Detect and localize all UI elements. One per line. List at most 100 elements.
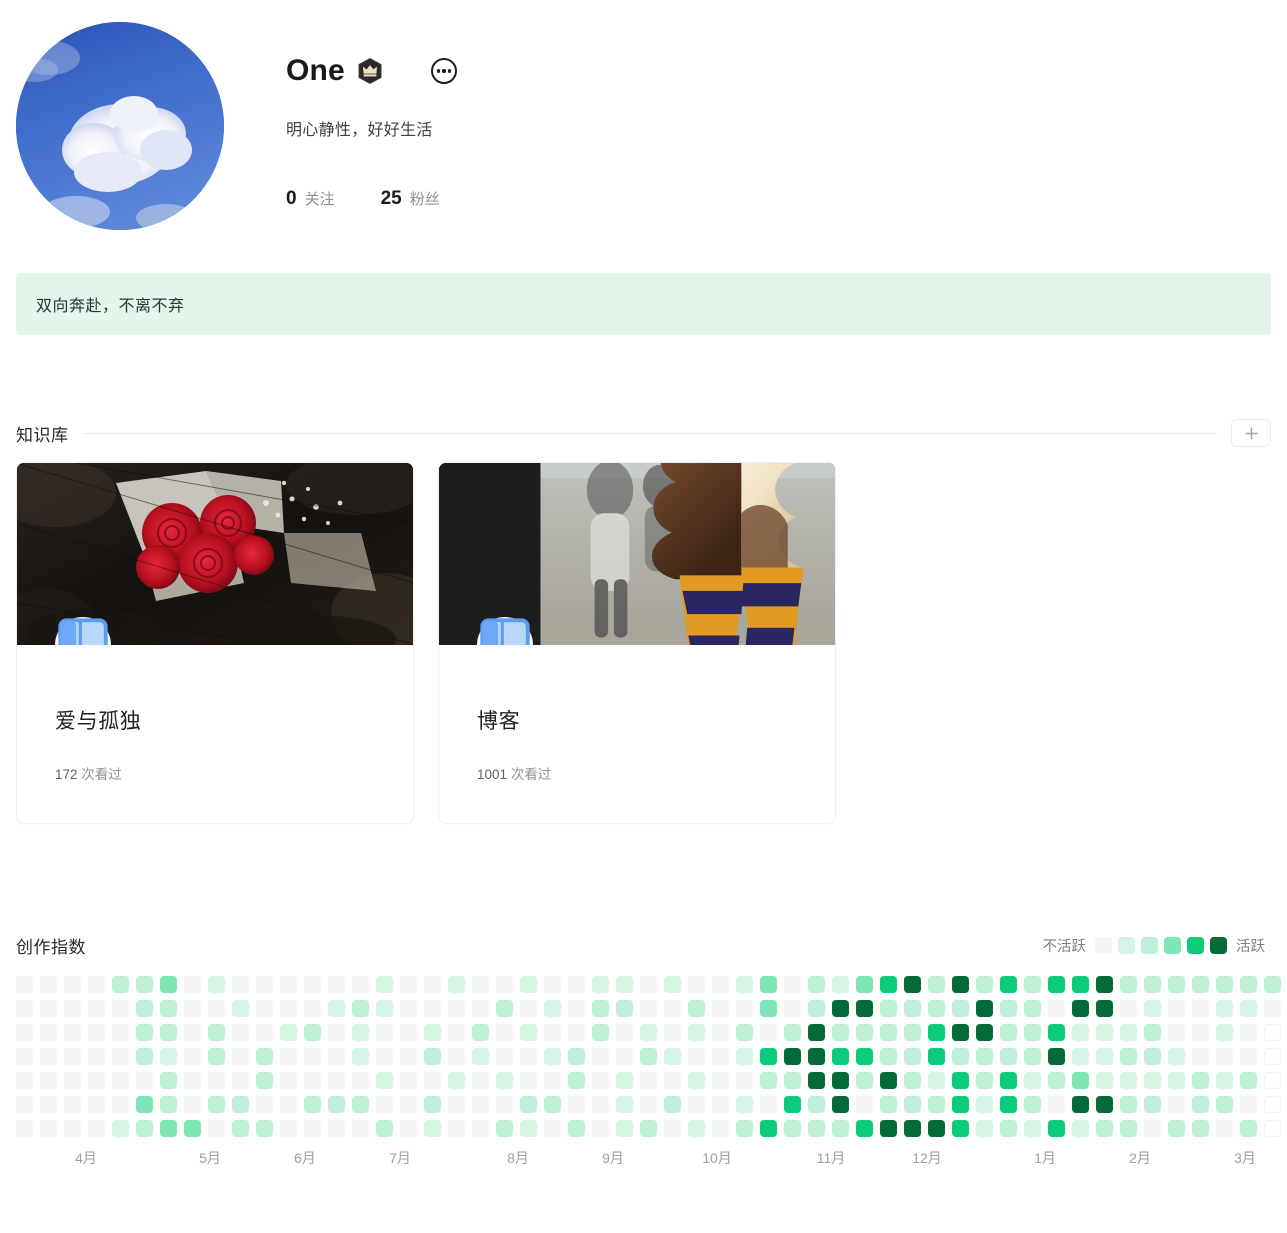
heatmap-cell[interactable]: [64, 1048, 81, 1065]
heatmap-cell[interactable]: [1048, 1000, 1065, 1017]
heatmap-cell[interactable]: [736, 976, 753, 993]
heatmap-cell[interactable]: [280, 1120, 297, 1137]
heatmap-cell[interactable]: [1192, 1072, 1209, 1089]
heatmap-cell[interactable]: [184, 1072, 201, 1089]
heatmap-cell[interactable]: [16, 1024, 33, 1041]
heatmap-cell[interactable]: [1048, 1096, 1065, 1113]
heatmap-cell[interactable]: [760, 1120, 777, 1137]
heatmap-cell[interactable]: [496, 1000, 513, 1017]
heatmap-cell[interactable]: [1024, 1072, 1041, 1089]
heatmap-cell[interactable]: [688, 976, 705, 993]
heatmap-cell[interactable]: [664, 1024, 681, 1041]
heatmap-cell[interactable]: [784, 1072, 801, 1089]
heatmap-cell[interactable]: [16, 1048, 33, 1065]
heatmap-cell[interactable]: [496, 1072, 513, 1089]
heatmap-cell[interactable]: [256, 1096, 273, 1113]
heatmap-cell[interactable]: [208, 1048, 225, 1065]
heatmap-cell[interactable]: [544, 976, 561, 993]
heatmap-cell[interactable]: [112, 1048, 129, 1065]
heatmap-cell[interactable]: [352, 1120, 369, 1137]
heatmap-cell[interactable]: [904, 1048, 921, 1065]
heatmap-cell[interactable]: [760, 1048, 777, 1065]
heatmap-cell[interactable]: [376, 1120, 393, 1137]
heatmap-cell[interactable]: [88, 1072, 105, 1089]
heatmap-cell[interactable]: [1240, 1096, 1257, 1113]
heatmap-cell[interactable]: [448, 1048, 465, 1065]
knowledge-base-card[interactable]: 爱与孤独 172 次看过: [16, 462, 414, 824]
heatmap-cell[interactable]: [1024, 1120, 1041, 1137]
heatmap-cell[interactable]: [1240, 1024, 1257, 1041]
heatmap-cell[interactable]: [832, 1120, 849, 1137]
heatmap-cell[interactable]: [1264, 976, 1281, 993]
heatmap-cell[interactable]: [616, 1048, 633, 1065]
heatmap-cell[interactable]: [352, 1072, 369, 1089]
heatmap-cell[interactable]: [184, 976, 201, 993]
heatmap-cell[interactable]: [664, 1000, 681, 1017]
heatmap-cell[interactable]: [472, 1048, 489, 1065]
heatmap-cell[interactable]: [1264, 1072, 1281, 1089]
heatmap-cell[interactable]: [904, 1072, 921, 1089]
heatmap-cell[interactable]: [712, 1096, 729, 1113]
heatmap-cell[interactable]: [16, 1072, 33, 1089]
heatmap-cell[interactable]: [424, 1024, 441, 1041]
heatmap-cell[interactable]: [232, 1072, 249, 1089]
heatmap-cell[interactable]: [808, 1048, 825, 1065]
heatmap-cell[interactable]: [616, 1000, 633, 1017]
heatmap-cell[interactable]: [16, 976, 33, 993]
heatmap-cell[interactable]: [1000, 1096, 1017, 1113]
heatmap-cell[interactable]: [1000, 1024, 1017, 1041]
heatmap-cell[interactable]: [1240, 976, 1257, 993]
heatmap-cell[interactable]: [208, 1024, 225, 1041]
heatmap-cell[interactable]: [40, 1024, 57, 1041]
heatmap-cell[interactable]: [640, 1000, 657, 1017]
heatmap-cell[interactable]: [904, 1120, 921, 1137]
heatmap-cell[interactable]: [40, 976, 57, 993]
heatmap-cell[interactable]: [880, 1120, 897, 1137]
heatmap-cell[interactable]: [520, 1000, 537, 1017]
heatmap-cell[interactable]: [184, 1000, 201, 1017]
heatmap-cell[interactable]: [256, 1072, 273, 1089]
heatmap-cell[interactable]: [208, 976, 225, 993]
heatmap-cell[interactable]: [880, 1096, 897, 1113]
heatmap-cell[interactable]: [376, 1072, 393, 1089]
heatmap-cell[interactable]: [304, 1000, 321, 1017]
heatmap-cell[interactable]: [856, 1120, 873, 1137]
heatmap-cell[interactable]: [1168, 1120, 1185, 1137]
heatmap-cell[interactable]: [280, 1072, 297, 1089]
heatmap-cell[interactable]: [1096, 1024, 1113, 1041]
heatmap-cell[interactable]: [688, 1096, 705, 1113]
heatmap-cell[interactable]: [688, 1072, 705, 1089]
heatmap-cell[interactable]: [1240, 1072, 1257, 1089]
heatmap-cell[interactable]: [1096, 1000, 1113, 1017]
heatmap-cell[interactable]: [280, 1096, 297, 1113]
heatmap-cell[interactable]: [16, 1000, 33, 1017]
heatmap-cell[interactable]: [496, 1024, 513, 1041]
heatmap-cell[interactable]: [184, 1120, 201, 1137]
heatmap-cell[interactable]: [568, 1048, 585, 1065]
heatmap-cell[interactable]: [592, 1072, 609, 1089]
heatmap-cell[interactable]: [544, 1120, 561, 1137]
heatmap-cell[interactable]: [928, 1048, 945, 1065]
heatmap-cell[interactable]: [808, 976, 825, 993]
heatmap-cell[interactable]: [520, 1120, 537, 1137]
heatmap-cell[interactable]: [400, 1072, 417, 1089]
heatmap-cell[interactable]: [1096, 976, 1113, 993]
heatmap-cell[interactable]: [40, 1000, 57, 1017]
heatmap-cell[interactable]: [1000, 1000, 1017, 1017]
heatmap-cell[interactable]: [712, 1120, 729, 1137]
heatmap-cell[interactable]: [976, 1000, 993, 1017]
heatmap-cell[interactable]: [64, 976, 81, 993]
heatmap-cell[interactable]: [1264, 1048, 1281, 1065]
heatmap-cell[interactable]: [472, 1024, 489, 1041]
heatmap-cell[interactable]: [1120, 1024, 1137, 1041]
heatmap-cell[interactable]: [136, 976, 153, 993]
heatmap-cell[interactable]: [880, 1072, 897, 1089]
heatmap-cell[interactable]: [424, 1096, 441, 1113]
heatmap-cell[interactable]: [664, 976, 681, 993]
heatmap-cell[interactable]: [88, 1000, 105, 1017]
heatmap-cell[interactable]: [1120, 976, 1137, 993]
heatmap-cell[interactable]: [88, 1024, 105, 1041]
heatmap-cell[interactable]: [1144, 1096, 1161, 1113]
heatmap-cell[interactable]: [952, 1024, 969, 1041]
heatmap-cell[interactable]: [328, 1072, 345, 1089]
